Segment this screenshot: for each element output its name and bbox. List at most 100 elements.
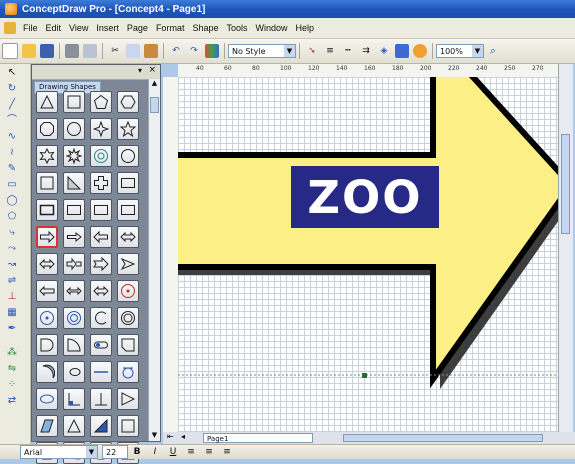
ellipse-tool-icon[interactable]: ◯ <box>5 194 19 208</box>
page-select[interactable]: Page1 <box>203 433 313 443</box>
horizontal-scrollbar[interactable] <box>343 434 543 442</box>
grid-tool-icon[interactable]: ⁂ <box>5 346 19 360</box>
menu-help[interactable]: Help <box>292 23 319 33</box>
first-page-icon[interactable]: ⇤ <box>167 432 174 441</box>
line-tool-icon[interactable]: ╱ <box>5 98 19 112</box>
rounded-square-shape[interactable] <box>117 145 139 167</box>
left-arrow-shape[interactable] <box>90 226 112 248</box>
circle-ring-shape[interactable] <box>63 307 85 329</box>
menu-edit[interactable]: Edit <box>42 23 66 33</box>
right-arrow-shape[interactable] <box>36 226 58 248</box>
star4-shape[interactable] <box>90 118 112 140</box>
connector-tool-icon[interactable]: ⤷ <box>5 226 19 240</box>
split-arrow-shape[interactable] <box>63 253 85 275</box>
target-shape[interactable] <box>117 280 139 302</box>
save-icon[interactable] <box>40 44 54 58</box>
star6-shape[interactable] <box>36 145 58 167</box>
fill-color-icon[interactable]: ◈ <box>377 44 391 58</box>
rectangle-shape[interactable] <box>117 172 139 194</box>
print-icon[interactable] <box>65 44 79 58</box>
rotate-tool-icon[interactable]: ↻ <box>5 82 19 96</box>
canvas-vertical-scrollbar[interactable] <box>558 64 573 432</box>
star8-shape[interactable] <box>63 145 85 167</box>
smart-connector-icon[interactable]: ⤳ <box>5 242 19 256</box>
scroll-thumb[interactable] <box>561 134 570 234</box>
right-triangle-shape[interactable] <box>63 172 85 194</box>
rect-shadow-shape[interactable] <box>63 199 85 221</box>
quad-arrow-shape[interactable] <box>90 280 112 302</box>
scatter-tool-icon[interactable]: ⁘ <box>5 378 19 392</box>
square-shape[interactable] <box>63 91 85 113</box>
double-arrow-2-shape[interactable] <box>36 253 58 275</box>
donut-shape[interactable] <box>90 145 112 167</box>
menu-insert[interactable]: Insert <box>92 23 123 33</box>
bold-icon[interactable]: B <box>130 445 144 459</box>
cut-icon[interactable]: ✂ <box>108 44 122 58</box>
double-arrow-shape[interactable] <box>117 226 139 248</box>
l-shape[interactable] <box>63 388 85 410</box>
shadow-icon[interactable] <box>413 44 427 58</box>
menu-shape[interactable]: Shape <box>188 23 222 33</box>
circle-shape[interactable] <box>63 118 85 140</box>
fill-pattern-icon[interactable] <box>395 44 409 58</box>
line-weight-icon[interactable]: ≡ <box>323 44 337 58</box>
close-icon[interactable]: × <box>148 65 156 75</box>
library-icon[interactable] <box>205 44 219 58</box>
prev-page-icon[interactable]: ◂ <box>181 432 185 441</box>
octagon-shape[interactable] <box>36 118 58 140</box>
arc-shape[interactable] <box>90 307 112 329</box>
frame-shape[interactable] <box>36 199 58 221</box>
chevron-arrow-shape[interactable] <box>117 253 139 275</box>
chevron-down-icon[interactable]: ▼ <box>472 45 483 57</box>
chevron-down-icon[interactable]: ▼ <box>86 446 97 458</box>
paste-icon[interactable] <box>144 44 158 58</box>
d-shape[interactable] <box>36 334 58 356</box>
scroll-up-icon[interactable]: ▲ <box>149 79 160 89</box>
zoom-icon[interactable]: ⌕ <box>486 44 500 58</box>
italic-icon[interactable]: I <box>148 445 162 459</box>
flip-tool-icon[interactable]: ⇋ <box>5 362 19 376</box>
open-icon[interactable] <box>22 44 36 58</box>
menu-window[interactable]: Window <box>252 23 292 33</box>
square-3-shape[interactable] <box>117 415 139 437</box>
right-arrow-thin-shape[interactable] <box>63 226 85 248</box>
undo-icon[interactable]: ↶ <box>169 44 183 58</box>
redo-icon[interactable]: ↷ <box>187 44 201 58</box>
new-icon[interactable] <box>2 43 18 59</box>
left-block-arrow-shape[interactable] <box>36 280 58 302</box>
zoom-select[interactable]: 100% ▼ <box>436 44 484 58</box>
pentagon-shape[interactable] <box>90 91 112 113</box>
polygon-tool-icon[interactable]: ⬠ <box>5 210 19 224</box>
menu-format[interactable]: Format <box>152 23 189 33</box>
bezier-tool-icon[interactable]: ≀ <box>5 146 19 160</box>
drawing-canvas[interactable]: ZOO <box>178 77 558 432</box>
pen-tool-icon[interactable]: ✒ <box>5 322 19 336</box>
freehand-tool-icon[interactable]: ✎ <box>5 162 19 176</box>
drop-shape[interactable] <box>63 361 85 383</box>
double-ring-shape[interactable] <box>117 307 139 329</box>
right-triangle-2-shape[interactable] <box>117 388 139 410</box>
line-color-icon[interactable]: ➘ <box>305 44 319 58</box>
line-pattern-icon[interactable]: ┅ <box>341 44 355 58</box>
hexagon-shape[interactable] <box>117 91 139 113</box>
curved-double-arrow-shape[interactable] <box>63 280 85 302</box>
scroll-down-icon[interactable]: ▼ <box>149 431 160 441</box>
table-tool-icon[interactable]: ▦ <box>5 306 19 320</box>
menu-view[interactable]: View <box>65 23 92 33</box>
chain-connector-icon[interactable]: ⇌ <box>5 274 19 288</box>
corner-triangle-shape[interactable] <box>90 415 112 437</box>
pin-icon[interactable]: ▾ <box>138 66 142 75</box>
square-shape-2[interactable] <box>36 172 58 194</box>
capsule-shape[interactable] <box>90 334 112 356</box>
font-select[interactable]: Arial ▼ <box>20 445 98 459</box>
align-right-icon[interactable]: ≡ <box>220 445 234 459</box>
arc-tool-icon[interactable]: ⌒ <box>5 114 19 128</box>
copy-icon[interactable] <box>126 44 140 58</box>
line-ends-icon[interactable]: ⇉ <box>359 44 373 58</box>
font-size-select[interactable]: 22 <box>102 445 128 459</box>
menu-tools[interactable]: Tools <box>222 23 251 33</box>
zoo-label-box[interactable]: ZOO <box>291 166 439 228</box>
rectangle-tool-icon[interactable]: ▭ <box>5 178 19 192</box>
rect-flat-shape[interactable] <box>117 199 139 221</box>
swap-tool-icon[interactable]: ⇄ <box>5 394 19 408</box>
